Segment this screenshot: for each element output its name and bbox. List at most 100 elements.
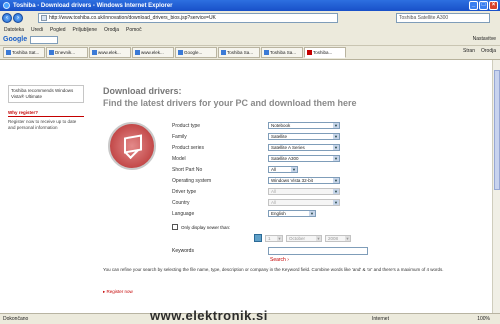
month-select[interactable]: October ▼: [286, 234, 322, 242]
menu-file[interactable]: Datoteka: [4, 27, 24, 33]
google-search-input[interactable]: [30, 35, 59, 44]
why-register-text: Register now to receive up to date and p…: [8, 119, 77, 130]
left-panel: Toshiba recommends Windows Vista® Ultima…: [8, 85, 84, 131]
calendar-icon[interactable]: [254, 234, 262, 242]
close-button[interactable]: ×: [489, 1, 498, 10]
page-icon: [41, 15, 47, 21]
google-settings-button[interactable]: Nastavitve: [473, 36, 496, 42]
register-now-label: Register now: [106, 289, 133, 294]
vista-banner[interactable]: Toshiba recommends Windows Vista® Ultima…: [8, 85, 84, 103]
window-title: Toshiba - Download drivers - Windows Int…: [13, 2, 173, 9]
model-label: Model: [172, 156, 186, 162]
family-value: Satellite: [271, 134, 288, 139]
chevron-down-icon: ▼: [333, 145, 339, 150]
chevron-down-icon: ▼: [316, 235, 321, 241]
status-text: Dokončano: [3, 316, 29, 322]
chevron-down-icon: ▼: [333, 189, 339, 194]
year-select[interactable]: 2008 ▼: [325, 234, 351, 242]
tab-active[interactable]: Toshiba...: [304, 47, 346, 58]
watermark: www.elektronik.si: [150, 308, 268, 323]
chevron-down-icon: ▼: [333, 178, 339, 183]
chevron-down-icon: ▼: [333, 134, 339, 139]
forward-button[interactable]: ›: [13, 13, 23, 23]
vertical-scrollbar[interactable]: [492, 60, 500, 313]
country-label: Country: [172, 200, 190, 206]
day-select[interactable]: 1 ▼: [265, 234, 283, 242]
chevron-down-icon: ▼: [345, 235, 350, 241]
why-register-heading[interactable]: Why register?: [8, 110, 84, 117]
tab-4[interactable]: www.elek...: [132, 47, 174, 58]
date-row: 1 ▼ October ▼ 2008 ▼: [254, 234, 351, 242]
model-select[interactable]: Satellite A300 ▼: [268, 155, 340, 162]
keywords-row: Keywords: [172, 247, 402, 256]
newer-than-row: Only display newer than:: [172, 224, 230, 230]
language-label: Language: [172, 211, 195, 217]
newer-than-label: Only display newer than:: [181, 224, 231, 230]
product-type-label: Product type: [172, 123, 201, 129]
form-row-short-part-no: Short Part No All ▼: [172, 166, 402, 174]
form-row-model: Model Satellite A300 ▼: [172, 155, 402, 163]
url-text: http://www.toshiba.co.uk/innovation/down…: [49, 15, 216, 21]
chevron-down-icon: ▼: [309, 211, 315, 216]
tools-menu-button[interactable]: Orodja: [481, 48, 496, 54]
menu-view[interactable]: Pogled: [50, 27, 66, 33]
family-label: Family: [172, 134, 187, 140]
language-value: English: [271, 211, 286, 216]
tab-2[interactable]: Dnevnik...: [46, 47, 88, 58]
product-type-select[interactable]: Notebook ▼: [268, 122, 340, 129]
register-now-link[interactable]: ▸ Register now: [103, 289, 133, 295]
form-row-country: Country All ▼: [172, 199, 402, 207]
form-row-operating-system: Operating system Windows Vista 32-bit ▼: [172, 177, 402, 185]
newer-than-checkbox[interactable]: [172, 224, 178, 230]
tab-7[interactable]: Toshiba Sa...: [261, 47, 303, 58]
tab-6[interactable]: Toshiba Sa...: [218, 47, 260, 58]
tab-3[interactable]: www.elek...: [89, 47, 131, 58]
menu-edit[interactable]: Uredi: [31, 27, 43, 33]
google-logo: Google: [3, 36, 28, 43]
operating-system-select[interactable]: Windows Vista 32-bit ▼: [268, 177, 340, 184]
url-input[interactable]: http://www.toshiba.co.uk/innovation/down…: [38, 13, 338, 23]
page-content: Toshiba recommends Windows Vista® Ultima…: [0, 60, 500, 313]
zoom-level[interactable]: 100%: [477, 316, 490, 322]
chevron-down-icon: ▼: [333, 123, 339, 128]
scrollbar-thumb[interactable]: [494, 70, 500, 190]
product-series-select[interactable]: Satellite A Series ▼: [268, 144, 340, 151]
address-bar: ‹ › http://www.toshiba.co.uk/innovation/…: [0, 11, 500, 25]
short-part-no-select[interactable]: All ▼: [268, 166, 298, 173]
search-link-label: Search: [270, 257, 286, 263]
product-series-value: Satellite A Series: [271, 145, 305, 150]
menu-tools[interactable]: Orodja: [104, 27, 119, 33]
driver-type-label: Driver type: [172, 189, 197, 195]
country-select[interactable]: All ▼: [268, 199, 340, 206]
chevron-down-icon: ▼: [291, 167, 297, 172]
arrow-right-icon: ›: [285, 257, 289, 263]
country-value: All: [271, 200, 277, 205]
form-row-driver-type: Driver type All ▼: [172, 188, 402, 196]
back-button[interactable]: ‹: [2, 13, 12, 23]
tab-5[interactable]: Google...: [175, 47, 217, 58]
model-value: Satellite A300: [271, 156, 299, 161]
short-part-no-label: Short Part No: [172, 167, 203, 173]
page-menu-button[interactable]: Stran: [463, 48, 475, 54]
keywords-input[interactable]: [268, 247, 368, 255]
driver-download-icon: [108, 122, 156, 170]
chevron-down-icon: ▼: [277, 235, 282, 241]
year-value: 2008: [328, 235, 339, 241]
tab-bar: Toshiba Sat... Dnevnik... www.elek... ww…: [0, 46, 500, 60]
keywords-label: Keywords: [172, 248, 194, 254]
driver-type-select[interactable]: All ▼: [268, 188, 340, 195]
language-select[interactable]: English ▼: [268, 210, 316, 217]
maximize-button[interactable]: □: [479, 1, 488, 10]
menu-help[interactable]: Pomoč: [126, 27, 142, 33]
minimize-button[interactable]: _: [469, 1, 478, 10]
month-value: October: [289, 235, 306, 241]
operating-system-value: Windows Vista 32-bit: [271, 178, 313, 183]
search-input[interactable]: Toshiba Satellite A300: [396, 13, 490, 23]
tab-1[interactable]: Toshiba Sat...: [3, 47, 45, 58]
menu-favorites[interactable]: Priljubljene: [73, 27, 97, 33]
form-row-language: Language English ▼: [172, 210, 402, 218]
title-bar: Toshiba - Download drivers - Windows Int…: [0, 0, 500, 11]
family-select[interactable]: Satellite ▼: [268, 133, 340, 140]
short-part-no-value: All: [271, 167, 277, 172]
search-link[interactable]: Search ›: [270, 257, 289, 263]
